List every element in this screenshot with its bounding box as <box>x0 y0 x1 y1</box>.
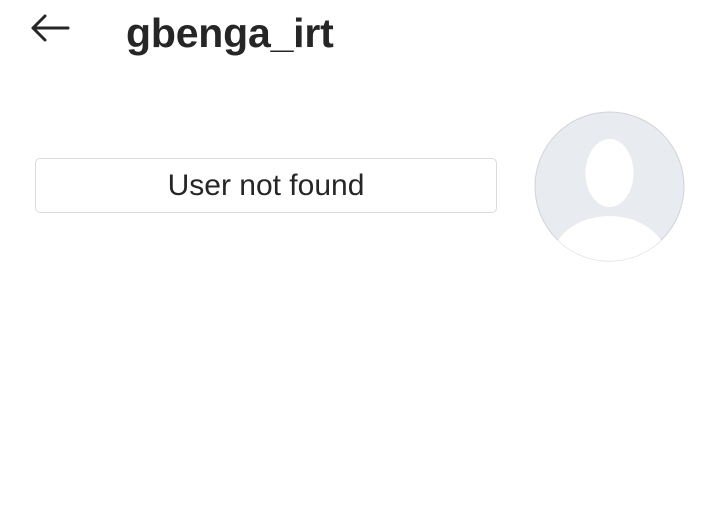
top-bar: gbenga_irt <box>0 0 720 70</box>
status-banner: User not found <box>35 158 497 213</box>
arrow-left-icon <box>28 13 70 43</box>
status-text: User not found <box>167 168 365 202</box>
default-avatar-icon <box>534 111 685 262</box>
avatar[interactable] <box>534 111 685 262</box>
page-title: gbenga_irt <box>126 10 334 56</box>
back-button[interactable] <box>24 8 74 48</box>
